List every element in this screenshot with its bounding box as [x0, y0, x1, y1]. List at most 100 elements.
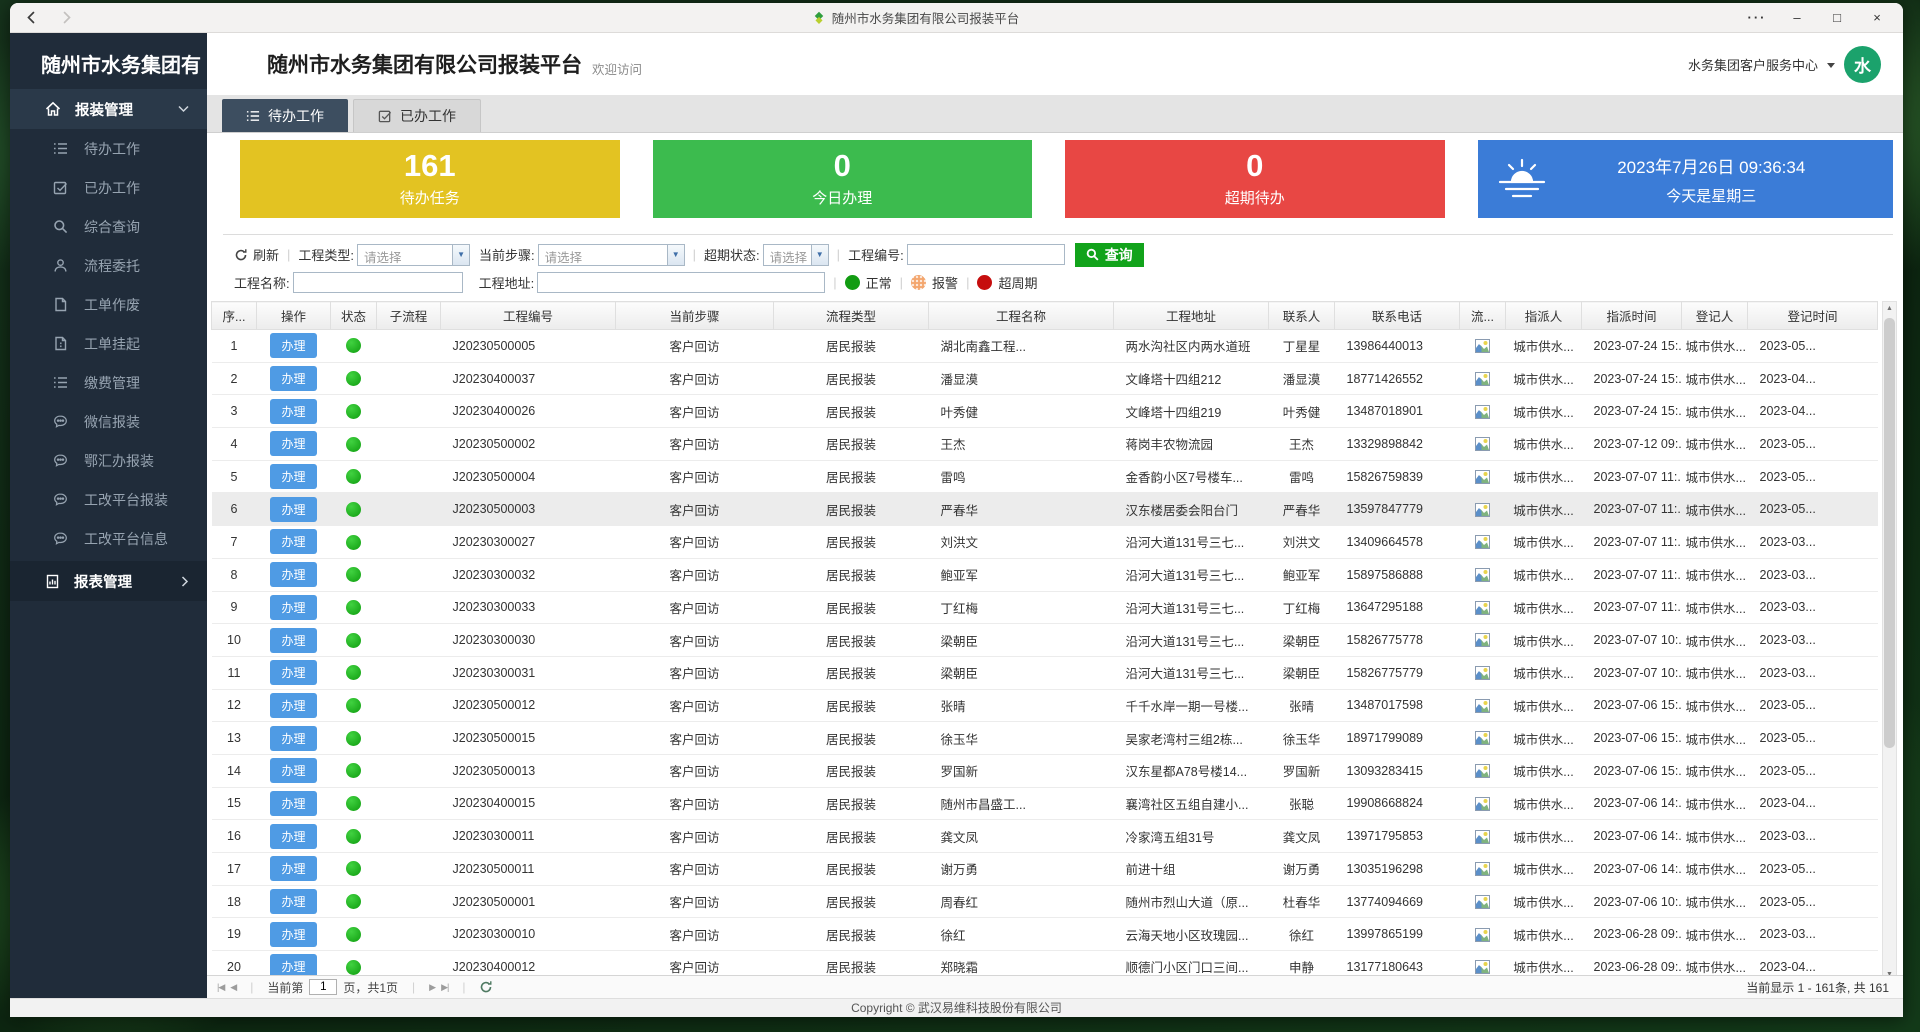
handle-button[interactable]: 办理: [270, 758, 316, 783]
minimize-icon[interactable]: –: [1777, 4, 1817, 32]
handle-button[interactable]: 办理: [270, 856, 316, 881]
flow-chart-icon[interactable]: [1475, 470, 1490, 484]
col-header-addr[interactable]: 工程地址: [1114, 302, 1269, 330]
card-today-handled[interactable]: 0 今日办理: [653, 140, 1033, 218]
sidebar-item-void-order[interactable]: 工单作废: [10, 285, 207, 324]
flow-chart-icon[interactable]: [1475, 895, 1490, 909]
flow-chart-icon[interactable]: [1475, 960, 1490, 974]
more-options-icon[interactable]: ···: [1737, 4, 1777, 32]
table-row[interactable]: 13办理J20230500015客户回访居民报装徐玉华吴家老湾村三组2栋...徐…: [212, 722, 1878, 755]
table-row[interactable]: 8办理J20230300032客户回访居民报装鲍亚军沿河大道131号三七...鲍…: [212, 558, 1878, 591]
flow-chart-icon[interactable]: [1475, 503, 1490, 517]
flow-chart-icon[interactable]: [1475, 568, 1490, 582]
sidebar-item-gonggai-info[interactable]: 工改平台信息: [10, 519, 207, 558]
project-addr-input[interactable]: [537, 272, 825, 293]
project-type-select[interactable]: 请选择 ▼: [357, 244, 470, 266]
refresh-icon[interactable]: [234, 248, 248, 262]
sidebar-item-done-work[interactable]: 已办工作: [10, 168, 207, 207]
table-row[interactable]: 12办理J20230500012客户回访居民报装张晴千千水岸一期一号楼...张晴…: [212, 689, 1878, 722]
col-header-action[interactable]: 操作: [257, 302, 331, 330]
sidebar-item-wechat[interactable]: 微信报装: [10, 402, 207, 441]
table-row[interactable]: 7办理J20230300027客户回访居民报装刘洪文沿河大道131号三七...刘…: [212, 526, 1878, 559]
table-scrollbar[interactable]: ▲ ▼: [1882, 301, 1897, 975]
flow-chart-icon[interactable]: [1475, 437, 1490, 451]
handle-button[interactable]: 办理: [270, 628, 316, 653]
handle-button[interactable]: 办理: [270, 399, 316, 424]
handle-button[interactable]: 办理: [270, 595, 316, 620]
handle-button[interactable]: 办理: [270, 660, 316, 685]
col-header-flowicon[interactable]: 流...: [1460, 302, 1506, 330]
flow-chart-icon[interactable]: [1475, 928, 1490, 942]
col-header-step[interactable]: 当前步骤: [616, 302, 774, 330]
last-page-icon[interactable]: ▶|: [441, 982, 448, 993]
table-row[interactable]: 1办理J20230500005客户回访居民报装湖北南鑫工程...两水沟社区内两水…: [212, 330, 1878, 363]
col-header-contact[interactable]: 联系人: [1269, 302, 1335, 330]
sidebar-item-suspend-order[interactable]: 工单挂起: [10, 324, 207, 363]
card-todo-tasks[interactable]: 161 待办任务: [240, 140, 620, 218]
user-menu-label[interactable]: 水务集团客户服务中心: [1688, 55, 1818, 74]
table-row[interactable]: 5办理J20230500004客户回访居民报装雷鸣金香韵小区7号楼车...雷鸣1…: [212, 460, 1878, 493]
first-page-icon[interactable]: |◀: [217, 982, 224, 993]
sidebar-group-baozhuang[interactable]: 报装管理: [10, 89, 207, 129]
sidebar-item-ehuiban[interactable]: 鄂汇办报装: [10, 441, 207, 480]
handle-button[interactable]: 办理: [270, 497, 316, 522]
sidebar-item-todo-work[interactable]: 待办工作: [10, 129, 207, 168]
table-row[interactable]: 6办理J20230500003客户回访居民报装严春华汉东楼居委会阳台门严春华13…: [212, 493, 1878, 526]
col-header-status[interactable]: 状态: [331, 302, 377, 330]
flow-chart-icon[interactable]: [1475, 764, 1490, 778]
handle-button[interactable]: 办理: [270, 954, 316, 975]
card-overdue[interactable]: 0 超期待办: [1065, 140, 1445, 218]
flow-chart-icon[interactable]: [1475, 862, 1490, 876]
refresh-label[interactable]: 刷新: [253, 245, 279, 264]
project-code-input[interactable]: [907, 244, 1065, 265]
overdue-status-select[interactable]: 请选择 ▼: [763, 244, 829, 266]
sidebar-item-search[interactable]: 综合查询: [10, 207, 207, 246]
close-icon[interactable]: ×: [1857, 4, 1897, 32]
handle-button[interactable]: 办理: [270, 791, 316, 816]
scrollbar-thumb[interactable]: [1884, 318, 1895, 748]
table-row[interactable]: 14办理J20230500013客户回访居民报装罗国新汉东星都A78号楼14..…: [212, 754, 1878, 787]
table-row[interactable]: 16办理J20230300011客户回访居民报装龚文凤冷家湾五组31号龚文凤13…: [212, 820, 1878, 853]
sidebar-item-delegate[interactable]: 流程委托: [10, 246, 207, 285]
col-header-reg_time[interactable]: 登记时间: [1748, 302, 1878, 330]
flow-chart-icon[interactable]: [1475, 339, 1490, 353]
col-header-flow[interactable]: 流程类型: [774, 302, 929, 330]
table-row[interactable]: 9办理J20230300033客户回访居民报装丁红梅沿河大道131号三七...丁…: [212, 591, 1878, 624]
flow-chart-icon[interactable]: [1475, 699, 1490, 713]
flow-chart-icon[interactable]: [1475, 731, 1490, 745]
col-header-registrar[interactable]: 登记人: [1682, 302, 1748, 330]
col-header-phone[interactable]: 联系电话: [1335, 302, 1460, 330]
forward-icon[interactable]: [59, 10, 74, 25]
handle-button[interactable]: 办理: [270, 431, 316, 456]
tab-todo-work[interactable]: 待办工作: [222, 99, 348, 132]
table-row[interactable]: 4办理J20230500002客户回访居民报装王杰蒋岗丰农物流园王杰133298…: [212, 428, 1878, 461]
scroll-up-icon[interactable]: ▲: [1886, 302, 1893, 316]
reload-grid-icon[interactable]: [479, 980, 493, 994]
prev-page-icon[interactable]: ◀: [230, 982, 236, 993]
col-header-sub[interactable]: 子流程: [377, 302, 441, 330]
flow-chart-icon[interactable]: [1475, 405, 1490, 419]
col-header-seq[interactable]: 序...: [212, 302, 257, 330]
table-row[interactable]: 3办理J20230400026客户回访居民报装叶秀健文峰塔十四组219叶秀健13…: [212, 395, 1878, 428]
col-header-code[interactable]: 工程编号: [441, 302, 616, 330]
sidebar-item-gonggai-report[interactable]: 工改平台报装: [10, 480, 207, 519]
table-row[interactable]: 18办理J20230500001客户回访居民报装周春红随州市烈山大道（原...杜…: [212, 885, 1878, 918]
flow-chart-icon[interactable]: [1475, 666, 1490, 680]
maximize-icon[interactable]: □: [1817, 4, 1857, 32]
col-header-name[interactable]: 工程名称: [929, 302, 1114, 330]
handle-button[interactable]: 办理: [270, 333, 316, 358]
handle-button[interactable]: 办理: [270, 889, 316, 914]
col-header-assign_time[interactable]: 指派时间: [1582, 302, 1682, 330]
table-row[interactable]: 10办理J20230300030客户回访居民报装梁朝臣沿河大道131号三七...…: [212, 624, 1878, 657]
handle-button[interactable]: 办理: [270, 562, 316, 587]
tab-done-work[interactable]: 已办工作: [353, 99, 481, 132]
caret-down-icon[interactable]: [1827, 63, 1835, 68]
table-row[interactable]: 15办理J20230400015客户回访居民报装随州市昌盛工...襄湾社区五组自…: [212, 787, 1878, 820]
flow-chart-icon[interactable]: [1475, 797, 1490, 811]
avatar[interactable]: 水: [1844, 46, 1881, 83]
table-row[interactable]: 20办理J20230400012客户回访居民报装郑晓霜顺德门小区门口三间...申…: [212, 951, 1878, 975]
sidebar-item-payment[interactable]: 缴费管理: [10, 363, 207, 402]
handle-button[interactable]: 办理: [270, 726, 316, 751]
project-name-input[interactable]: [293, 272, 463, 293]
flow-chart-icon[interactable]: [1475, 601, 1490, 615]
